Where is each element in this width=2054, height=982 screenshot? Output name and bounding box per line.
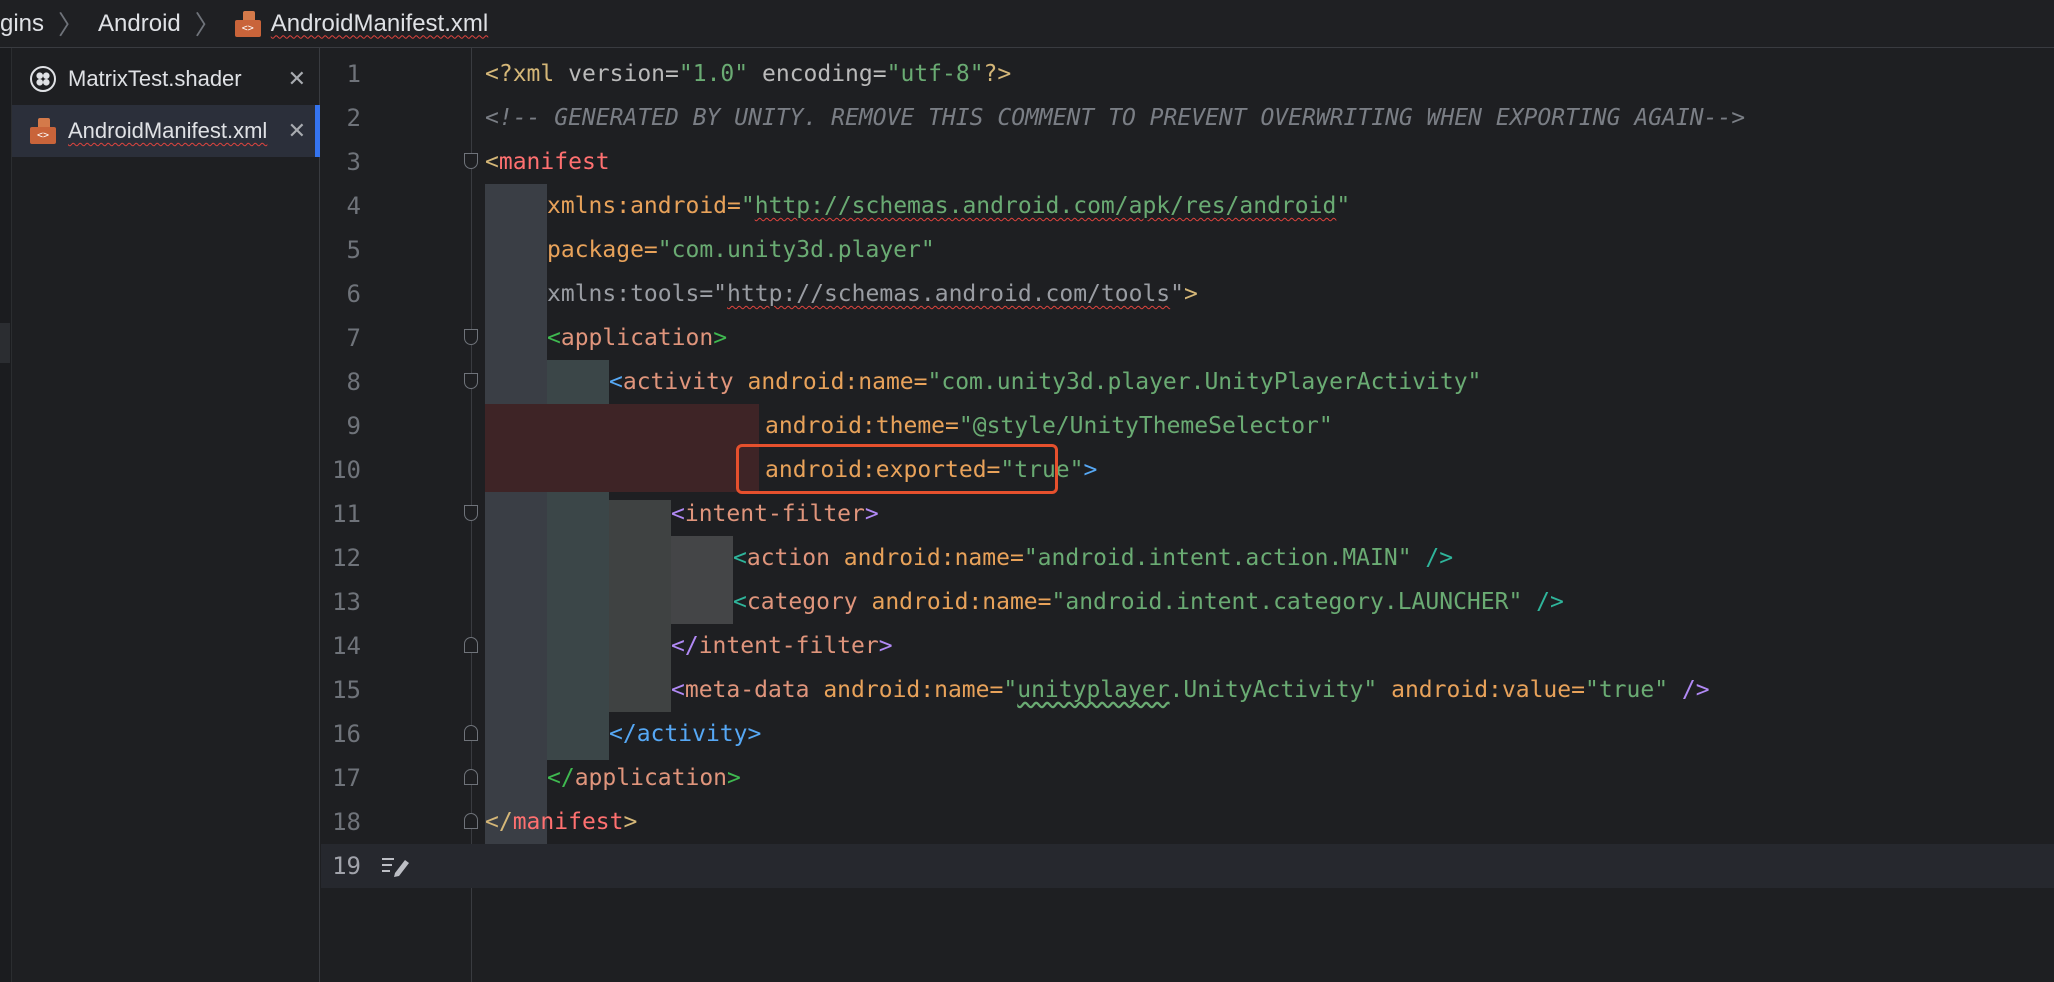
- code-text: <?xml version="1.0" encoding="utf-8"?>: [485, 61, 1012, 87]
- code-line[interactable]: 4 xmlns:android="http://schemas.android.…: [321, 184, 2054, 228]
- code-text: <category android:name="android.intent.c…: [733, 589, 1564, 615]
- code-line[interactable]: 16 </activity>: [321, 712, 2054, 756]
- code-line[interactable]: 9 android:theme="@style/UnityThemeSelect…: [321, 404, 2054, 448]
- code-line[interactable]: 5 package="com.unity3d.player": [321, 228, 2054, 272]
- code-text: <intent-filter>: [671, 501, 879, 527]
- close-icon[interactable]: ✕: [288, 118, 306, 144]
- code-line[interactable]: 18 </manifest>: [321, 800, 2054, 844]
- line-number: 9: [346, 412, 361, 440]
- fold-icon[interactable]: [464, 725, 478, 741]
- line-number: 1: [346, 60, 361, 88]
- code-text: <action android:name="android.intent.act…: [733, 545, 1454, 571]
- code-text: </manifest>: [485, 809, 638, 835]
- edit-pencil-icon[interactable]: [381, 854, 411, 878]
- code-text: <application>: [547, 325, 728, 351]
- code-line[interactable]: 14 </intent-filter>: [321, 624, 2054, 668]
- shader-icon: [30, 66, 56, 92]
- code-line[interactable]: 13 <category android:name="android.inten…: [321, 580, 2054, 624]
- fold-icon[interactable]: [464, 505, 478, 521]
- breadcrumb-file-label: AndroidManifest.xml: [270, 9, 489, 37]
- code-text: package="com.unity3d.player": [547, 237, 935, 263]
- breadcrumb: gins 〉 Android 〉 <> AndroidManifest.xml: [0, 0, 2054, 48]
- fold-icon[interactable]: [464, 373, 478, 389]
- breadcrumb-item-file[interactable]: <> AndroidManifest.xml: [234, 9, 489, 38]
- code-line-current[interactable]: 19: [321, 844, 2054, 888]
- line-number: 4: [346, 192, 361, 220]
- code-line[interactable]: 12 <action android:name="android.intent.…: [321, 536, 2054, 580]
- line-number: 12: [332, 544, 361, 572]
- xml-file-icon: <>: [30, 118, 56, 144]
- code-text: android:theme="@style/UnityThemeSelector…: [765, 413, 1333, 439]
- line-number: 6: [346, 280, 361, 308]
- breadcrumb-item-plugins[interactable]: gins: [0, 10, 44, 38]
- code-text: xmlns:android="http://schemas.android.co…: [547, 193, 1351, 219]
- code-text: xmlns:tools="http://schemas.android.com/…: [547, 281, 1198, 307]
- code-text: </activity>: [609, 721, 762, 747]
- line-number: 17: [332, 764, 361, 792]
- code-line[interactable]: 7 <application>: [321, 316, 2054, 360]
- code-line[interactable]: 2 <!-- GENERATED BY UNITY. REMOVE THIS C…: [321, 96, 2054, 140]
- highlight-annotation-box: [736, 444, 1058, 494]
- code-text: <!-- GENERATED BY UNITY. REMOVE THIS COM…: [485, 105, 1746, 131]
- chevron-right-icon: 〉: [58, 10, 85, 40]
- tool-window-strip: [0, 48, 12, 982]
- line-number: 11: [332, 500, 361, 528]
- line-number: 13: [332, 588, 361, 616]
- code-editor[interactable]: 1 <?xml version="1.0" encoding="utf-8"?>…: [321, 48, 2054, 982]
- tab-label: MatrixTest.shader: [68, 66, 242, 91]
- code-line[interactable]: 8 <activity android:name="com.unity3d.pl…: [321, 360, 2054, 404]
- code-text: <meta-data android:name="unityplayer.Uni…: [671, 677, 1710, 703]
- editor-tab-list: [0, 48, 320, 982]
- code-line[interactable]: 11 <intent-filter>: [321, 492, 2054, 536]
- line-number: 2: [346, 104, 361, 132]
- tab-matrixtest-shader[interactable]: MatrixTest.shader ✕: [12, 53, 320, 105]
- code-line[interactable]: 3 <manifest: [321, 140, 2054, 184]
- fold-icon[interactable]: [464, 813, 478, 829]
- line-number: 3: [346, 148, 361, 176]
- fold-icon[interactable]: [464, 769, 478, 785]
- line-number: 18: [332, 808, 361, 836]
- code-line[interactable]: 15 <meta-data android:name="unityplayer.…: [321, 668, 2054, 712]
- code-line[interactable]: 6 xmlns:tools="http://schemas.android.co…: [321, 272, 2054, 316]
- fold-icon[interactable]: [464, 153, 478, 169]
- code-line[interactable]: 10 android:exported="true">: [321, 448, 2054, 492]
- fold-icon[interactable]: [464, 329, 478, 345]
- code-text: </intent-filter>: [671, 633, 893, 659]
- code-line[interactable]: 17 </application>: [321, 756, 2054, 800]
- line-number: 8: [346, 368, 361, 396]
- tab-label: AndroidManifest.xml: [68, 118, 268, 143]
- code-text: <manifest: [485, 149, 610, 175]
- line-number: 10: [332, 456, 361, 484]
- code-text: <activity android:name="com.unity3d.play…: [609, 369, 1482, 395]
- code-text: </application>: [547, 765, 741, 791]
- breadcrumb-item-android[interactable]: Android: [98, 10, 181, 38]
- code-line[interactable]: 1 <?xml version="1.0" encoding="utf-8"?>: [321, 52, 2054, 96]
- line-number: 14: [332, 632, 361, 660]
- tab-androidmanifest-xml[interactable]: <> AndroidManifest.xml ✕: [12, 105, 320, 157]
- close-icon[interactable]: ✕: [288, 66, 306, 92]
- line-number: 7: [346, 324, 361, 352]
- line-number: 15: [332, 676, 361, 704]
- line-number: 5: [346, 236, 361, 264]
- chevron-right-icon: 〉: [194, 10, 221, 40]
- line-number: 19: [332, 852, 361, 880]
- line-number: 16: [332, 720, 361, 748]
- fold-icon[interactable]: [464, 637, 478, 653]
- xml-file-icon: <>: [234, 10, 261, 37]
